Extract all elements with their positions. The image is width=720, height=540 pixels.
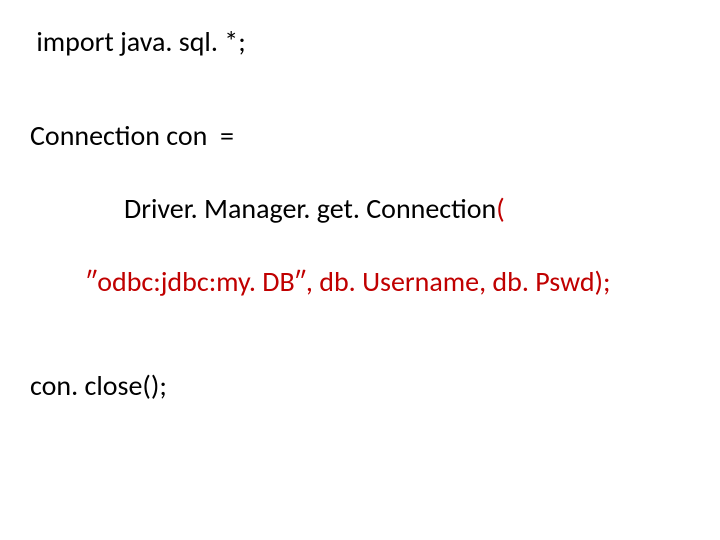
code-paren-open: ( <box>496 191 505 226</box>
code-conn-decl: Connection con = <box>30 118 690 154</box>
code-conn-args: ″odbc:jdbc:my. DB″, db. Username, db. Ps… <box>30 264 690 300</box>
import-line: import java. sql. *; <box>30 24 690 60</box>
close-block: con. close(); <box>30 368 690 404</box>
code-driver-call: Driver. Manager. get. Connection( <box>30 155 690 264</box>
code-import: import java. sql. *; <box>30 24 246 59</box>
slide-content: import java. sql. *; Connection con = Dr… <box>0 0 720 425</box>
code-driver-text: Driver. Manager. get. Connection <box>124 191 496 226</box>
connection-block: Connection con = Driver. Manager. get. C… <box>30 118 690 300</box>
code-close: con. close(); <box>30 368 167 403</box>
